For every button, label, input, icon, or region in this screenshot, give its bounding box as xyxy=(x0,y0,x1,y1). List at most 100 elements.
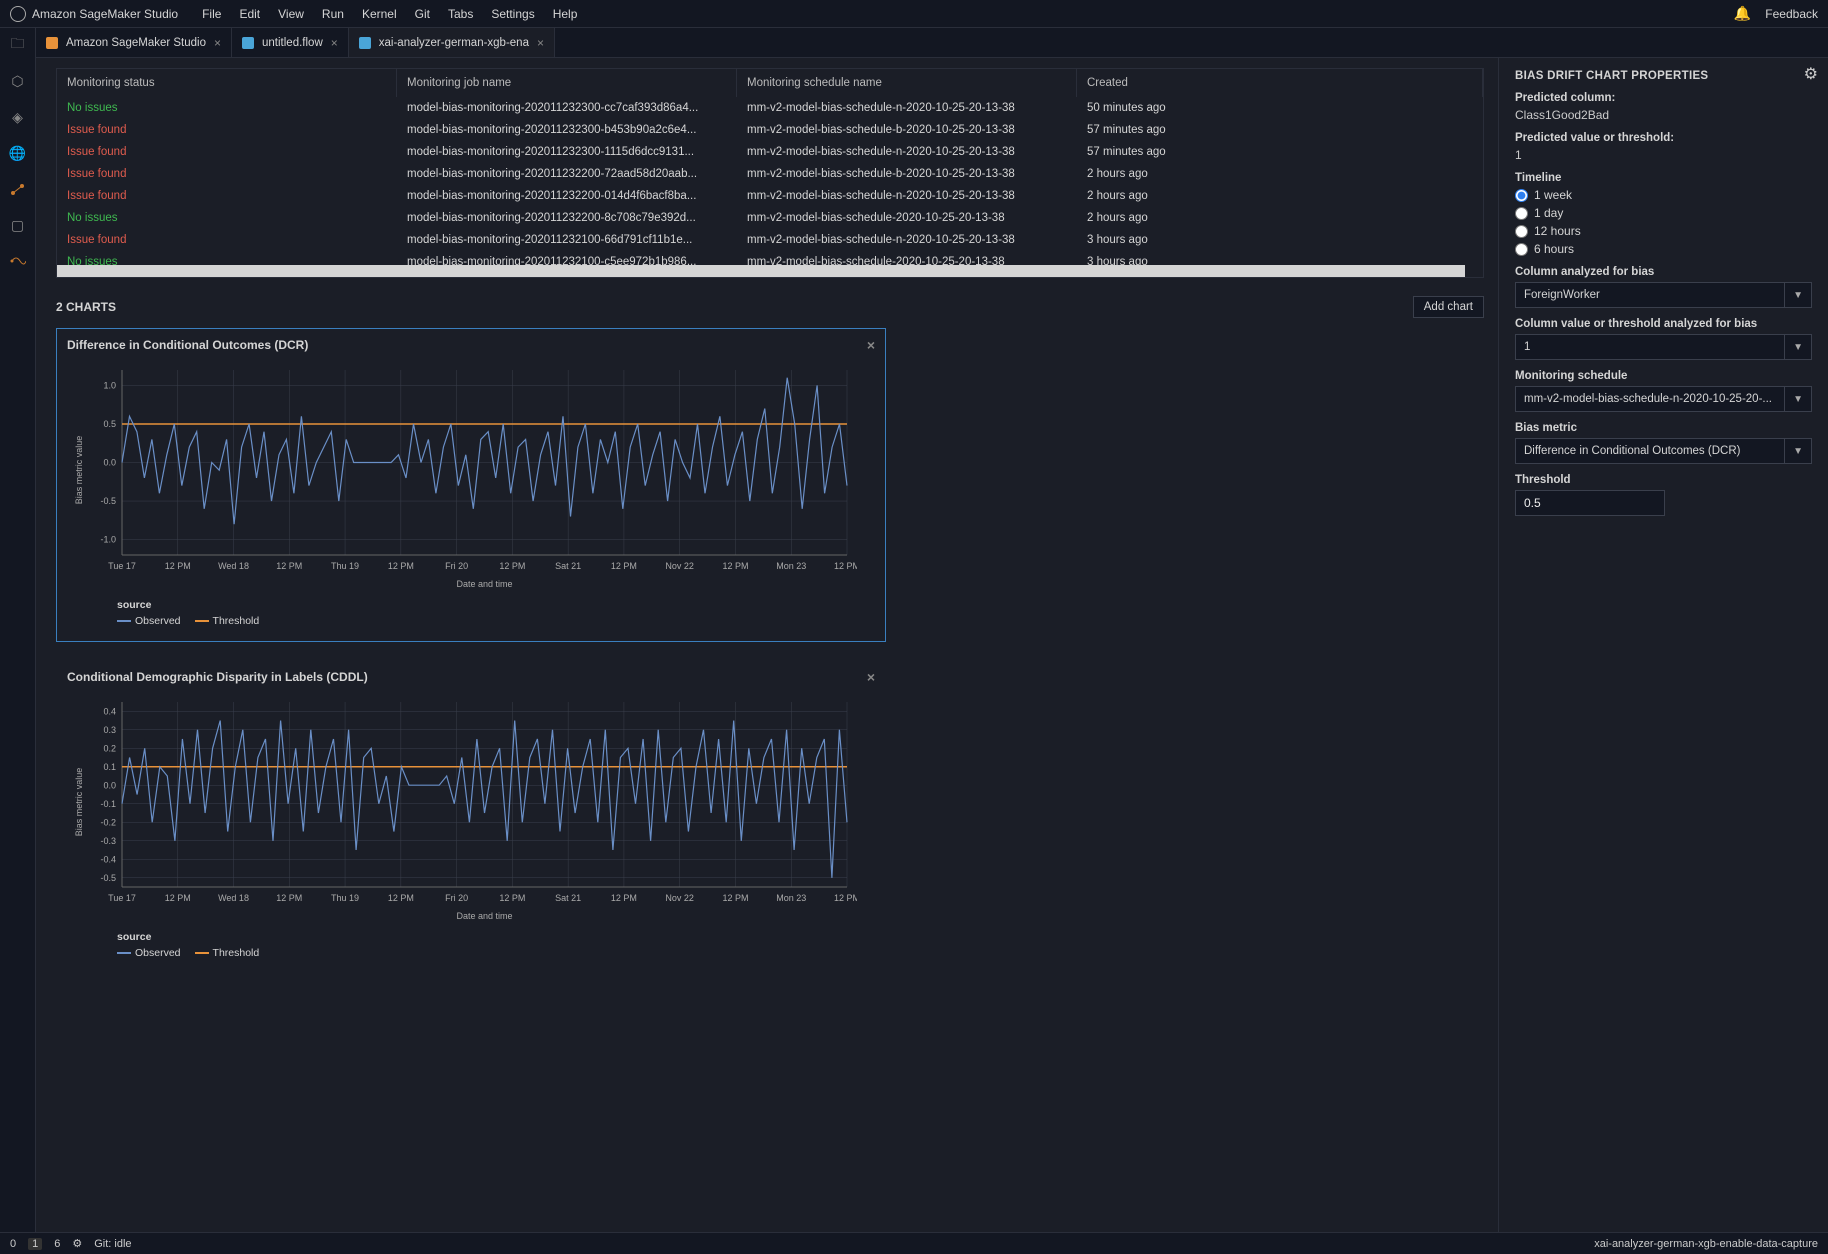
gear-icon[interactable]: ⚙ xyxy=(72,1237,82,1250)
properties-panel: ⚙ BIAS DRIFT CHART PROPERTIES Predicted … xyxy=(1498,58,1828,1232)
table-header-cell[interactable]: Created xyxy=(1077,69,1483,97)
monitoring-table: Monitoring statusMonitoring job nameMoni… xyxy=(56,68,1484,278)
diamond-icon[interactable]: ◈ xyxy=(9,108,27,126)
svg-text:0.0: 0.0 xyxy=(103,780,116,790)
schedule-select[interactable]: mm-v2-model-bias-schedule-n-2020-10-25-2… xyxy=(1515,386,1812,412)
table-header-cell[interactable]: Monitoring job name xyxy=(397,69,737,97)
svg-text:12 PM: 12 PM xyxy=(276,561,302,571)
svg-text:Thu 19: Thu 19 xyxy=(331,561,359,571)
table-header: Monitoring statusMonitoring job nameMoni… xyxy=(57,69,1483,97)
svg-text:12 PM: 12 PM xyxy=(165,893,191,903)
close-icon[interactable]: × xyxy=(537,36,544,50)
main-content: Monitoring statusMonitoring job nameMoni… xyxy=(36,58,1498,1232)
timeline-option[interactable]: 1 week xyxy=(1515,188,1812,202)
menu-run[interactable]: Run xyxy=(322,7,344,21)
gear-icon[interactable]: ⚙ xyxy=(1804,64,1818,84)
table-header-cell[interactable]: Monitoring schedule name xyxy=(737,69,1077,97)
svg-text:-1.0: -1.0 xyxy=(100,535,116,545)
svg-text:0.2: 0.2 xyxy=(103,743,116,753)
metric-label: Bias metric xyxy=(1515,422,1812,434)
panel-icon[interactable]: ▢ xyxy=(9,216,27,234)
table-row[interactable]: No issuesmodel-bias-monitoring-202011232… xyxy=(57,207,1483,229)
timeline-option[interactable]: 12 hours xyxy=(1515,224,1812,238)
svg-text:Tue 17: Tue 17 xyxy=(108,561,136,571)
svg-text:Sat 21: Sat 21 xyxy=(555,561,581,571)
status-num-2: 6 xyxy=(54,1238,60,1250)
svg-text:Mon 23: Mon 23 xyxy=(776,893,806,903)
threshold-input[interactable] xyxy=(1515,490,1665,516)
timeline-option[interactable]: 1 day xyxy=(1515,206,1812,220)
svg-text:12 PM: 12 PM xyxy=(276,893,302,903)
add-chart-button[interactable]: Add chart xyxy=(1413,296,1484,318)
svg-text:-0.4: -0.4 xyxy=(100,854,116,864)
svg-text:12 PM: 12 PM xyxy=(834,561,857,571)
pipeline-icon[interactable] xyxy=(9,252,27,270)
svg-text:Mon 23: Mon 23 xyxy=(776,561,806,571)
menu-edit[interactable]: Edit xyxy=(239,7,260,21)
svg-text:-0.5: -0.5 xyxy=(100,496,116,506)
menu-view[interactable]: View xyxy=(278,7,304,21)
table-row[interactable]: No issuesmodel-bias-monitoring-202011232… xyxy=(57,251,1483,265)
svg-text:12 PM: 12 PM xyxy=(611,893,637,903)
menu-git[interactable]: Git xyxy=(415,7,430,21)
experiments-icon[interactable] xyxy=(9,180,27,198)
svg-text:12 PM: 12 PM xyxy=(834,893,857,903)
tab-untitled-flow[interactable]: untitled.flow× xyxy=(232,28,349,57)
menu-tabs[interactable]: Tabs xyxy=(448,7,473,21)
notifications-icon[interactable]: 🔔 xyxy=(1734,5,1751,22)
menu-file[interactable]: File xyxy=(202,7,221,21)
metric-select[interactable]: Difference in Conditional Outcomes (DCR)… xyxy=(1515,438,1812,464)
svg-text:1.0: 1.0 xyxy=(103,380,116,390)
globe-icon[interactable]: 🌐 xyxy=(9,144,27,162)
table-row[interactable]: Issue foundmodel-bias-monitoring-2020112… xyxy=(57,229,1483,251)
table-row[interactable]: Issue foundmodel-bias-monitoring-2020112… xyxy=(57,185,1483,207)
predicted-column-label: Predicted column: xyxy=(1515,92,1812,104)
tab-xai-analyzer-german-xgb-ena[interactable]: xai-analyzer-german-xgb-ena× xyxy=(349,28,555,57)
schedule-label: Monitoring schedule xyxy=(1515,370,1812,382)
table-header-cell[interactable]: Monitoring status xyxy=(57,69,397,97)
status-num-1: 1 xyxy=(28,1238,42,1250)
timeline-option[interactable]: 6 hours xyxy=(1515,242,1812,256)
horizontal-scrollbar[interactable] xyxy=(57,265,1465,277)
table-row[interactable]: Issue foundmodel-bias-monitoring-2020112… xyxy=(57,163,1483,185)
close-icon[interactable]: × xyxy=(214,36,221,50)
timeline-radio-group: 1 week 1 day 12 hours 6 hours xyxy=(1515,188,1812,256)
svg-text:Bias metric value: Bias metric value xyxy=(74,436,84,505)
col-val-select[interactable]: 1▼ xyxy=(1515,334,1812,360)
feedback-link[interactable]: Feedback xyxy=(1765,7,1818,21)
predicted-column-value: Class1Good2Bad xyxy=(1515,108,1812,122)
tab-amazon-sagemaker-studio[interactable]: Amazon SageMaker Studio× xyxy=(36,28,232,57)
hexagon-icon[interactable]: ⬡ xyxy=(9,72,27,90)
table-row[interactable]: Issue foundmodel-bias-monitoring-2020112… xyxy=(57,119,1483,141)
predicted-value: 1 xyxy=(1515,148,1812,162)
status-bar: 0 1 6 ⚙ Git: idle xai-analyzer-german-xg… xyxy=(0,1232,1828,1254)
sagemaker-logo-icon xyxy=(10,6,26,22)
chart-card[interactable]: Conditional Demographic Disparity in Lab… xyxy=(56,660,886,974)
svg-text:-0.1: -0.1 xyxy=(100,799,116,809)
menu-help[interactable]: Help xyxy=(553,7,578,21)
close-icon[interactable]: × xyxy=(331,36,338,50)
svg-text:-0.5: -0.5 xyxy=(100,873,116,883)
close-icon[interactable]: × xyxy=(867,669,875,685)
svg-text:0.5: 0.5 xyxy=(103,419,116,429)
status-num-0: 0 xyxy=(10,1238,16,1250)
svg-text:0.0: 0.0 xyxy=(103,458,116,468)
chart-legend: sourceObservedThreshold xyxy=(117,931,875,959)
app-title: Amazon SageMaker Studio xyxy=(32,7,178,21)
chart-title: Conditional Demographic Disparity in Lab… xyxy=(67,670,368,684)
col-bias-select[interactable]: ForeignWorker▼ xyxy=(1515,282,1812,308)
menu-kernel[interactable]: Kernel xyxy=(362,7,397,21)
table-row[interactable]: Issue foundmodel-bias-monitoring-2020112… xyxy=(57,141,1483,163)
table-row[interactable]: No issuesmodel-bias-monitoring-202011232… xyxy=(57,97,1483,119)
svg-text:12 PM: 12 PM xyxy=(165,561,191,571)
svg-text:Fri 20: Fri 20 xyxy=(445,561,468,571)
left-sidebar: 🗀 ⬡ ◈ 🌐 ▢ xyxy=(0,28,36,1232)
close-icon[interactable]: × xyxy=(867,337,875,353)
app-logo: Amazon SageMaker Studio xyxy=(10,6,178,22)
chart-card[interactable]: Difference in Conditional Outcomes (DCR)… xyxy=(56,328,886,642)
svg-text:12 PM: 12 PM xyxy=(499,893,525,903)
menu-settings[interactable]: Settings xyxy=(491,7,534,21)
folder-icon[interactable]: 🗀 xyxy=(9,36,27,54)
status-path: xai-analyzer-german-xgb-enable-data-capt… xyxy=(1594,1238,1818,1250)
chevron-down-icon: ▼ xyxy=(1784,387,1803,411)
